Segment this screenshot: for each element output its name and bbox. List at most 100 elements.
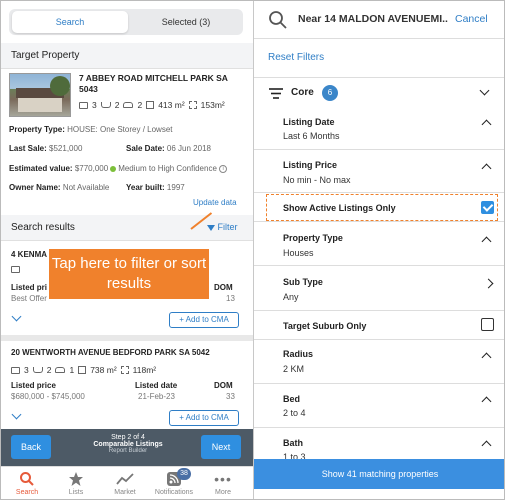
target-suburb-checkbox[interactable] (481, 318, 494, 331)
result-1-dom-value: 13 (226, 294, 235, 303)
tab-lists-label: Lists (68, 489, 84, 496)
property-type-label: Property Type: (9, 125, 65, 134)
owner-row: Owner Name: Not Available (9, 183, 109, 192)
sale-date-row: Sale Date: 06 Jun 2018 (126, 144, 211, 153)
filter-radius[interactable]: Radius 2 KM (254, 340, 504, 384)
chevron-up-icon (481, 236, 492, 247)
filter-label: Filter (217, 222, 238, 232)
filter-funnel-icon (207, 224, 215, 231)
tab-search[interactable]: Search (3, 469, 51, 496)
filter-listing-date[interactable]: Listing Date Last 6 Months (254, 107, 504, 150)
tab-more[interactable]: ••• More (199, 469, 247, 496)
tab-notifications-label: Notifications (154, 489, 194, 496)
results-divider (1, 335, 253, 341)
result-1-listed-value: Best Offer (11, 294, 47, 303)
property-type-row: Property Type: HOUSE: One Storey / Lowse… (9, 125, 172, 134)
filter-listing-price[interactable]: Listing Price No min - No max (254, 150, 504, 193)
add-to-cma-label: Add to CMA (185, 315, 229, 324)
result-2-add-to-cma-button[interactable]: + Add to CMA (169, 410, 239, 426)
result-2-dom-value: 33 (226, 392, 235, 401)
filter-title: Target Suburb Only (283, 321, 367, 331)
reset-filters-link[interactable]: Reset Filters (268, 52, 324, 63)
step-subtitle: Report Builder (108, 448, 148, 454)
property-photo (9, 73, 71, 117)
search-icon (20, 472, 34, 486)
bed-icon (79, 101, 88, 109)
result-1-address[interactable]: 4 KENMA (11, 250, 47, 259)
chart-icon (116, 473, 134, 485)
cancel-button[interactable]: Cancel (455, 13, 488, 25)
expand-chevron-icon[interactable] (11, 409, 22, 420)
star-icon (69, 472, 83, 486)
filter-value: Any (283, 292, 299, 302)
result-2-dom-label: DOM (214, 381, 233, 390)
result-1-add-to-cma-button[interactable]: + Add to CMA (169, 312, 239, 328)
floor-area-icon (146, 101, 155, 109)
filter-value: 2 to 4 (283, 408, 306, 418)
filter-bed[interactable]: Bed 2 to 4 (254, 384, 504, 428)
segment-search[interactable]: Search (12, 11, 128, 33)
tab-market-label: Market (114, 489, 136, 496)
search-input[interactable]: Near 14 MALDON AVENUEMI... (298, 13, 448, 25)
chevron-down-icon (479, 85, 490, 96)
filter-property-type[interactable]: Property Type Houses (254, 222, 504, 266)
land-area: 153m² (200, 100, 225, 110)
core-section-header[interactable]: Core 6 (254, 77, 504, 107)
land-area-icon (188, 101, 197, 109)
tab-more-label: More (215, 489, 231, 496)
update-data-link[interactable]: Update data (193, 198, 237, 207)
filter-value: Last 6 Months (283, 131, 340, 141)
estimated-label: Estimated value: (9, 164, 73, 173)
target-property-header: Target Property (1, 43, 253, 69)
target-address: 7 ABBEY ROAD MITCHELL PARK SA 5043 (79, 73, 228, 94)
result-2-address[interactable]: 20 WENTWORTH AVENUE BEDFORD PARK SA 5042 (11, 348, 210, 357)
info-icon[interactable]: i (219, 164, 228, 173)
filter-title: Listing Price (283, 160, 338, 170)
result-2-date-label: Listed date (135, 381, 178, 390)
sale-date-value: 06 Jun 2018 (166, 144, 211, 153)
result-1-dom-label: DOM (214, 283, 233, 292)
core-label: Core (291, 87, 314, 98)
search-icon (269, 11, 287, 29)
filter-title: Sub Type (283, 277, 323, 287)
beds-count: 3 (92, 100, 97, 110)
search-bar: Near 14 MALDON AVENUEMI... Cancel (254, 1, 504, 39)
owner-label: Owner Name: (9, 183, 61, 192)
sale-date-label: Sale Date: (126, 144, 165, 153)
step-title: Comparable Listings (93, 441, 163, 448)
filter-title: Bath (283, 438, 303, 448)
result-1-listed-label: Listed pri (11, 283, 48, 292)
filter-title: Bed (283, 394, 301, 404)
last-sale-row: Last Sale: $521,000 (9, 144, 82, 153)
tab-notifications[interactable]: 38 Notifications (150, 468, 198, 496)
filter-title: Property Type (283, 233, 343, 243)
screenshot-frame: Search Selected (3) Target Property 7 AB… (0, 0, 505, 500)
tab-market[interactable]: Market (101, 469, 149, 496)
last-sale-value: $521,000 (49, 144, 83, 153)
result-2-features: 3 2 1 738 m² 118m² (11, 365, 156, 375)
chevron-up-icon (481, 440, 492, 451)
land-area-icon (120, 366, 129, 374)
core-count-badge: 6 (322, 85, 338, 101)
filter-value: No min - No max (283, 175, 351, 185)
filter-panel: Near 14 MALDON AVENUEMI... Cancel Reset … (254, 1, 504, 499)
tab-lists[interactable]: Lists (52, 469, 100, 496)
target-features: 3 2 2 413 m² 153m² (79, 100, 225, 110)
confidence-value: Medium to High Confidence (118, 164, 217, 173)
estimated-value-row: Estimated value: $770,000 Medium to High … (9, 164, 228, 173)
back-button[interactable]: Back (11, 435, 51, 459)
segment-selected[interactable]: Selected (3) (131, 11, 241, 33)
filter-target-suburb[interactable]: Target Suburb Only (254, 311, 504, 340)
show-matching-properties-button[interactable]: Show 41 matching properties (254, 459, 504, 489)
cars-count: 2 (137, 100, 143, 110)
next-button[interactable]: Next (201, 435, 241, 459)
last-sale-label: Last Sale: (9, 144, 47, 153)
notifications-badge: 38 (177, 468, 191, 480)
search-segmented-control: Search Selected (3) (9, 9, 243, 35)
filter-button[interactable]: Filter (207, 222, 238, 232)
filter-sub-type[interactable]: Sub Type Any (254, 266, 504, 311)
result-2-listed-label: Listed price (11, 381, 56, 390)
owner-value: Not Available (62, 183, 110, 192)
filter-value: 2 KM (283, 364, 305, 374)
expand-chevron-icon[interactable] (11, 311, 22, 322)
